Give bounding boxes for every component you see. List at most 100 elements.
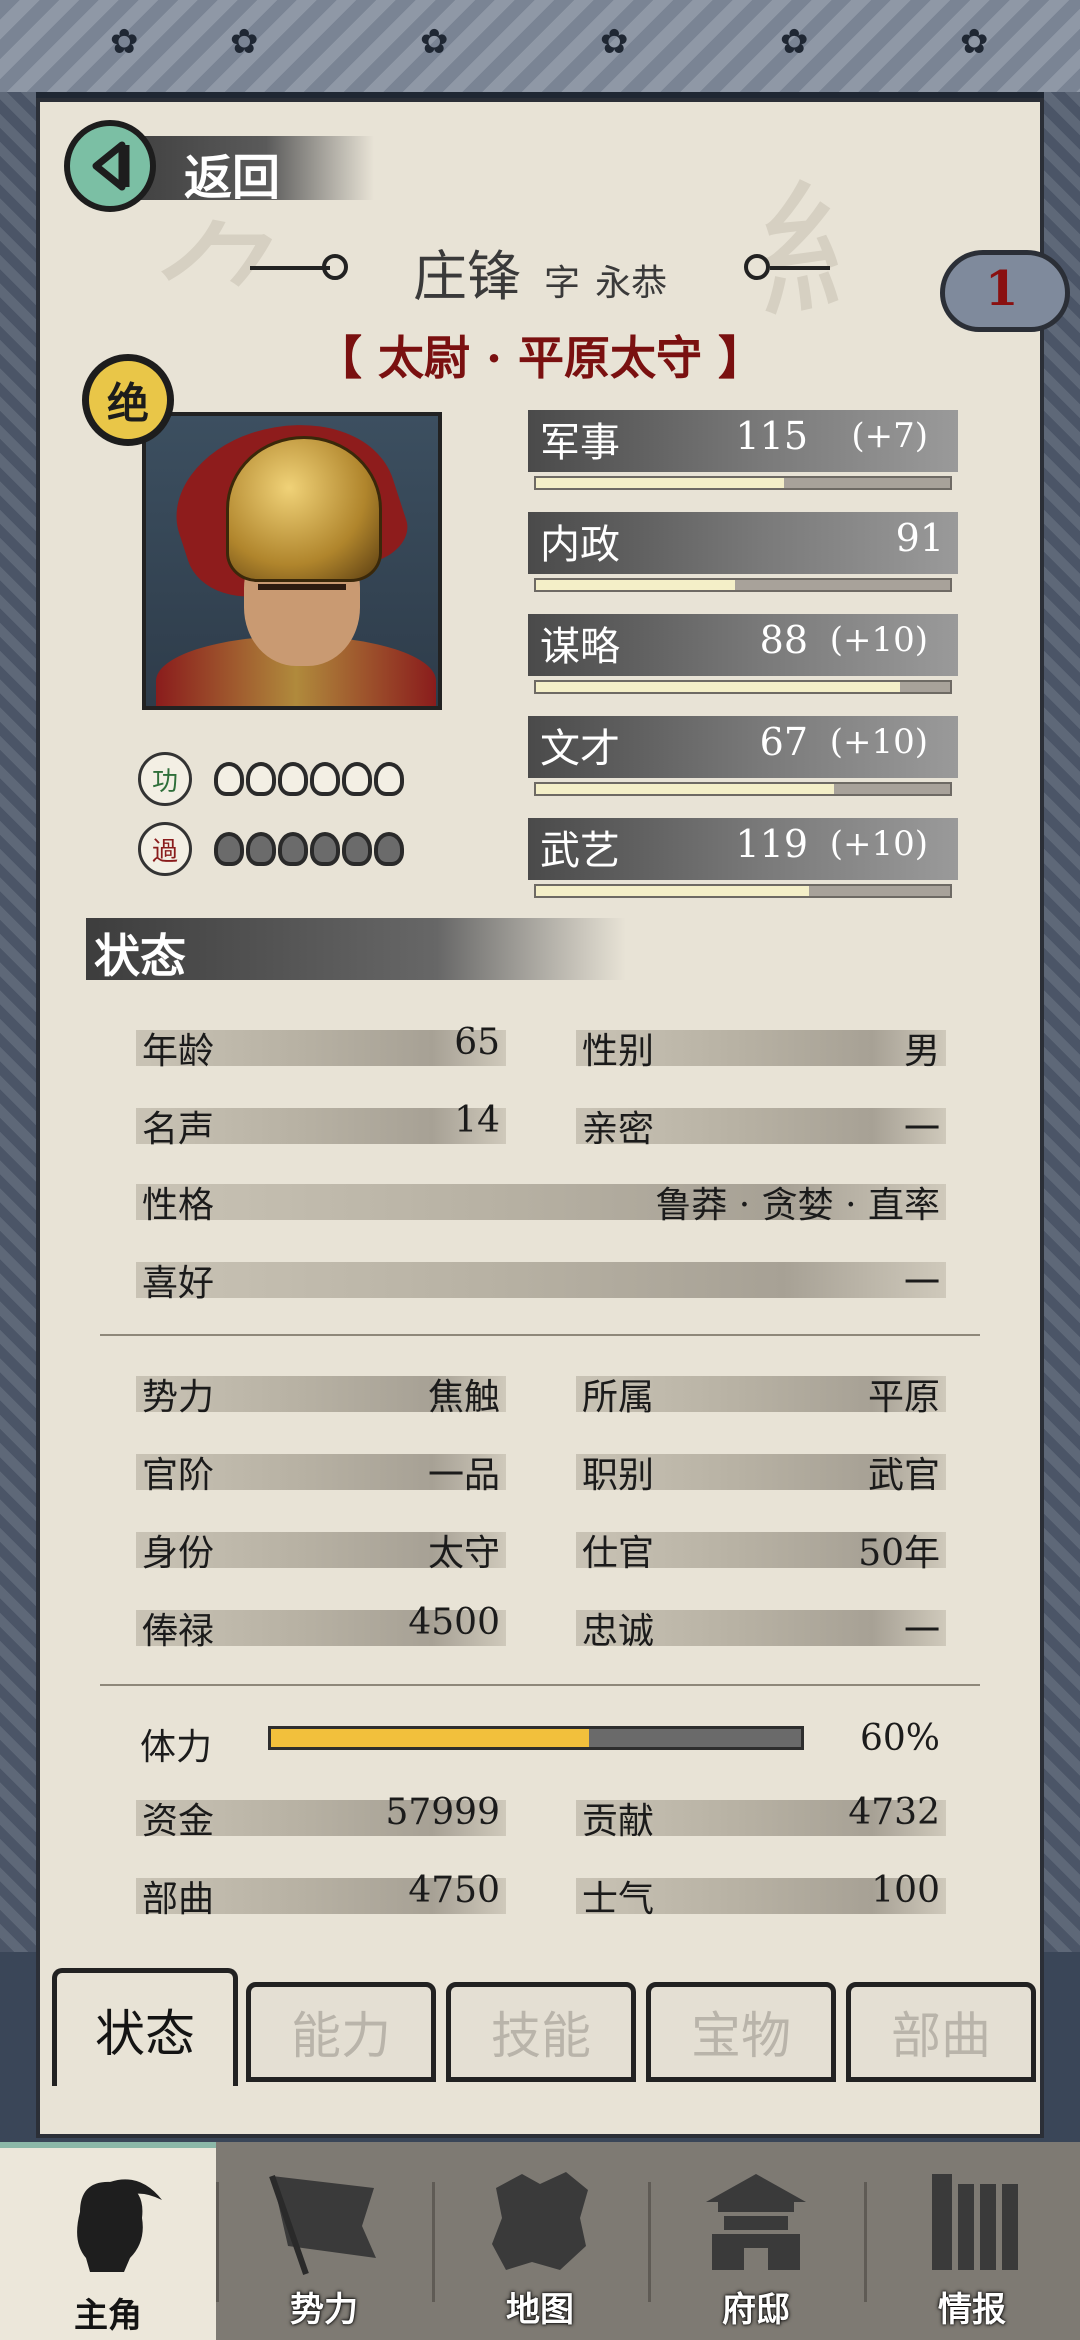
info-row-rank: 官阶 一品 bbox=[136, 1448, 506, 1496]
row-value: 57999 bbox=[385, 1792, 500, 1833]
row-value: 焦触 bbox=[427, 1377, 500, 1418]
blossom-icon: ✿ bbox=[600, 22, 629, 62]
stamina-bar bbox=[268, 1726, 804, 1750]
row-value: 50年 bbox=[858, 1533, 940, 1574]
nav-faction[interactable]: 势力 bbox=[216, 2142, 432, 2340]
info-row-service-years: 仕官 50年 bbox=[576, 1526, 946, 1574]
tab-treasure[interactable]: 宝物 bbox=[646, 1982, 836, 2082]
tab-ability[interactable]: 能力 bbox=[246, 1982, 436, 2082]
character-name: 庄锋 bbox=[412, 245, 521, 308]
stat-value: 119 bbox=[735, 822, 808, 866]
stat-label: 内政 bbox=[540, 522, 620, 568]
row-key: 官阶 bbox=[142, 1455, 215, 1496]
stamina-bar-fill bbox=[271, 1729, 589, 1747]
stat-martial[interactable]: 武艺 119 (+10) bbox=[528, 812, 958, 902]
stat-value: 88 bbox=[759, 618, 808, 662]
stat-bonus: (+10) bbox=[829, 722, 928, 762]
fault-beads bbox=[214, 822, 404, 878]
right-frame bbox=[1044, 92, 1080, 1952]
stat-strategy[interactable]: 谋略 88 (+10) bbox=[528, 608, 958, 698]
stat-label: 谋略 bbox=[540, 624, 620, 670]
row-value: 男 bbox=[903, 1031, 940, 1072]
section-divider bbox=[100, 1334, 980, 1336]
blossom-icon: ✿ bbox=[780, 22, 809, 62]
stat-bar bbox=[534, 782, 952, 796]
back-label: 返回 bbox=[184, 150, 281, 206]
stat-military[interactable]: 军事 115 (+7) bbox=[528, 404, 958, 494]
row-key: 年龄 bbox=[142, 1031, 215, 1072]
fault-bead bbox=[246, 832, 276, 866]
scroll-icon bbox=[932, 2174, 1018, 2270]
info-row-post-type: 职别 武官 bbox=[576, 1448, 946, 1496]
row-key: 性别 bbox=[582, 1031, 655, 1072]
info-row-morale: 士气 100 bbox=[576, 1870, 946, 1920]
merit-icon: 功 bbox=[138, 752, 192, 806]
info-row-hobby: 喜好 一 bbox=[136, 1256, 946, 1304]
info-row-salary: 俸禄 4500 bbox=[136, 1602, 506, 1652]
portrait-helmet bbox=[226, 436, 382, 582]
row-key: 仕官 bbox=[582, 1533, 655, 1574]
row-key: 名声 bbox=[142, 1109, 215, 1150]
nav-label: 情报 bbox=[938, 2290, 1006, 2330]
courtesy-prefix: 字 bbox=[543, 263, 580, 304]
character-portrait[interactable] bbox=[142, 412, 442, 710]
row-value: 4750 bbox=[408, 1870, 500, 1911]
stamina-value: 60% bbox=[860, 1718, 941, 1759]
back-arrow-icon bbox=[64, 120, 156, 212]
hero-head-icon bbox=[77, 2179, 162, 2272]
stat-bar-fill bbox=[536, 886, 810, 896]
back-button[interactable]: 返回 bbox=[64, 120, 374, 216]
stat-value: 91 bbox=[895, 516, 944, 560]
merit-beads bbox=[214, 752, 404, 808]
top-decor-band: ✿ ✿ ✿ ✿ ✿ ✿ bbox=[0, 0, 1080, 98]
row-value: 一品 bbox=[427, 1455, 500, 1496]
stat-label: 武艺 bbox=[540, 828, 620, 874]
info-row-troops: 部曲 4750 bbox=[136, 1870, 506, 1920]
stat-bar bbox=[534, 578, 952, 592]
stat-value: 67 bbox=[759, 720, 808, 764]
nav-intel[interactable]: 情报 bbox=[864, 2142, 1080, 2340]
row-value: 4500 bbox=[408, 1602, 500, 1643]
merit-bead bbox=[214, 762, 244, 796]
tab-troops[interactable]: 部曲 bbox=[846, 1982, 1036, 2082]
map-icon bbox=[492, 2172, 588, 2270]
nav-mansion[interactable]: 府邸 bbox=[648, 2142, 864, 2340]
info-row-loyalty: 忠诚 一 bbox=[576, 1604, 946, 1652]
info-row-intimacy: 亲密 一 bbox=[576, 1102, 946, 1150]
row-key: 所属 bbox=[582, 1377, 655, 1418]
tab-skills[interactable]: 技能 bbox=[446, 1982, 636, 2082]
info-row-gender: 性别 男 bbox=[576, 1024, 946, 1072]
blossom-icon: ✿ bbox=[960, 22, 989, 62]
nav-hero[interactable]: 主角 bbox=[0, 2142, 216, 2340]
tab-status[interactable]: 状态 bbox=[52, 1968, 238, 2086]
row-bg bbox=[136, 1262, 946, 1298]
row-key: 贡献 bbox=[582, 1801, 655, 1842]
stat-label: 文才 bbox=[540, 726, 620, 772]
stat-value: 115 bbox=[735, 414, 808, 458]
row-key: 俸禄 bbox=[142, 1611, 215, 1652]
row-value: 太守 bbox=[427, 1533, 500, 1574]
character-title: 【 太尉 · 平原太守 】 bbox=[315, 331, 765, 385]
info-row-funds: 资金 57999 bbox=[136, 1792, 506, 1842]
blossom-icon: ✿ bbox=[230, 22, 259, 62]
merit-bead bbox=[278, 762, 308, 796]
row-key: 身份 bbox=[142, 1533, 215, 1574]
stamina-label: 体力 bbox=[140, 1727, 213, 1768]
row-key: 亲密 bbox=[582, 1109, 655, 1150]
merit-bead bbox=[342, 762, 372, 796]
row-key: 势力 bbox=[142, 1377, 215, 1418]
info-row-contribution: 贡献 4732 bbox=[576, 1792, 946, 1842]
stat-label: 军事 bbox=[540, 420, 620, 466]
row-value: 武官 bbox=[867, 1455, 940, 1496]
row-value: 平原 bbox=[867, 1377, 940, 1418]
stat-politics[interactable]: 内政 91 bbox=[528, 506, 958, 596]
row-key: 士气 bbox=[582, 1879, 655, 1920]
row-key: 忠诚 bbox=[582, 1611, 655, 1652]
merit-bead bbox=[374, 762, 404, 796]
fault-icon: 過 bbox=[138, 822, 192, 876]
nav-map[interactable]: 地图 bbox=[432, 2142, 648, 2340]
fault-bead bbox=[278, 832, 308, 866]
mansion-icon bbox=[706, 2174, 806, 2270]
notification-cloud-badge[interactable]: 1 bbox=[940, 250, 1070, 332]
stat-literature[interactable]: 文才 67 (+10) bbox=[528, 710, 958, 800]
